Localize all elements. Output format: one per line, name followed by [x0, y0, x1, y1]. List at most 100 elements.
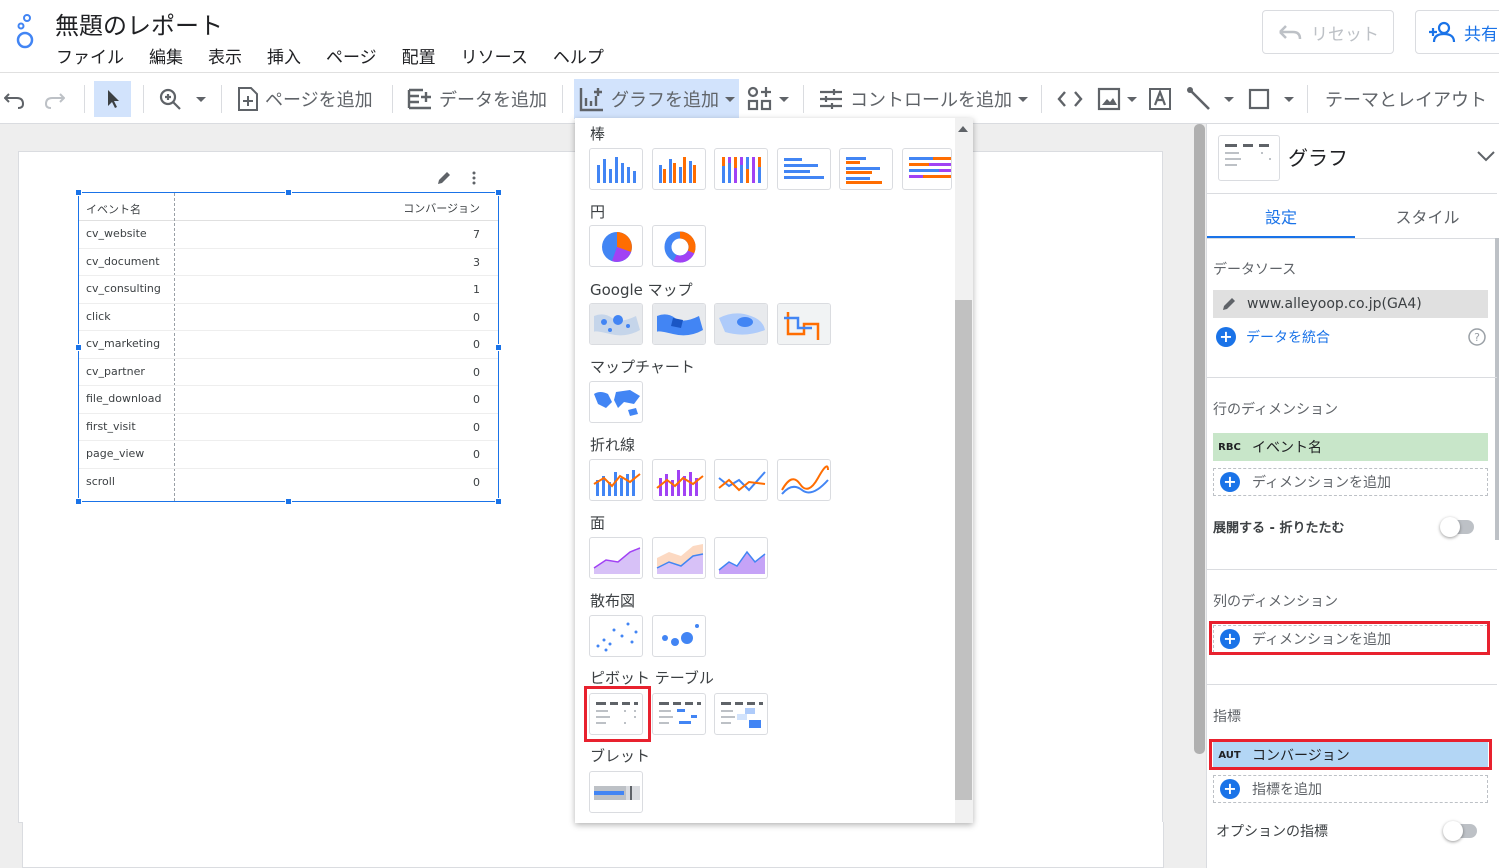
chart-option-stacked-column[interactable]	[652, 148, 706, 190]
add-data-button[interactable]: データを追加	[407, 73, 547, 125]
resize-handle[interactable]	[285, 498, 292, 505]
chart-option-column[interactable]	[589, 148, 643, 190]
row-dimension-chip[interactable]: RBC イベント名	[1213, 433, 1488, 461]
undo-icon	[1279, 25, 1302, 40]
dimension-type-badge: RBC	[1213, 441, 1246, 453]
resize-handle[interactable]	[75, 498, 82, 505]
resize-handle[interactable]	[75, 189, 82, 196]
menu-insert[interactable]: 挿入	[267, 43, 301, 68]
add-page-button[interactable]: ページを追加	[237, 73, 373, 125]
undo-button[interactable]	[4, 73, 26, 125]
resize-handle[interactable]	[75, 344, 82, 351]
chevron-down-icon	[1224, 96, 1234, 102]
rectangle-icon	[1248, 88, 1270, 110]
menu-resource[interactable]: リソース	[461, 43, 528, 68]
chart-option-donut[interactable]	[652, 225, 706, 267]
chart-option-pivot-table-bars[interactable]	[652, 693, 706, 735]
chart-option-scatter[interactable]	[589, 615, 643, 657]
menu-help[interactable]: ヘルプ	[553, 43, 604, 68]
menu-file[interactable]: ファイル	[56, 43, 124, 68]
chart-option-smoothed-line[interactable]	[777, 459, 831, 501]
menu-view[interactable]: 表示	[208, 43, 242, 68]
resize-handle[interactable]	[285, 189, 292, 196]
chart-option-pie[interactable]	[589, 225, 643, 267]
resize-handle[interactable]	[495, 344, 502, 351]
chart-option-stacked-area[interactable]	[652, 537, 706, 579]
add-chart-button[interactable]: グラフを追加	[574, 79, 739, 119]
resize-handle[interactable]	[495, 498, 502, 505]
chart-option-heatmap[interactable]	[714, 303, 768, 345]
column-header-event-name[interactable]: イベント名	[86, 201, 141, 217]
redo-button[interactable]	[43, 73, 65, 125]
chart-option-filled-map[interactable]	[652, 303, 706, 345]
chart-type-thumbnail[interactable]	[1218, 135, 1280, 181]
tab-setup[interactable]: 設定	[1207, 200, 1355, 238]
svg-text:?: ?	[1474, 331, 1480, 344]
blend-data-label: データを統合	[1246, 330, 1330, 346]
table-cell: first_visit	[86, 419, 136, 433]
edit-pencil-icon[interactable]	[436, 170, 452, 186]
report-page-next[interactable]	[22, 822, 1164, 868]
menu-edit[interactable]: 編集	[149, 43, 183, 68]
help-icon[interactable]: ?	[1468, 328, 1486, 346]
shape-button[interactable]	[1248, 73, 1294, 125]
menu-arrange[interactable]: 配置	[402, 43, 436, 68]
scroll-up-arrow-icon[interactable]	[957, 124, 969, 134]
select-tool-button[interactable]	[94, 81, 131, 117]
chart-option-bar[interactable]	[777, 148, 831, 190]
chart-option-100-column[interactable]	[714, 148, 768, 190]
chart-option-stacked-combo[interactable]	[652, 459, 706, 501]
bullet-chart-icon	[594, 786, 640, 800]
blend-data-button[interactable]: + データを統合	[1216, 323, 1330, 351]
chart-option-line-map[interactable]	[777, 303, 831, 345]
chart-option-area[interactable]	[589, 537, 643, 579]
chart-option-geo-map[interactable]	[589, 381, 643, 423]
reset-button[interactable]: リセット	[1262, 10, 1394, 54]
zoom-button[interactable]	[158, 73, 206, 125]
chart-menu-scrollbar-thumb[interactable]	[955, 300, 972, 800]
text-box-button[interactable]	[1147, 73, 1173, 125]
report-title[interactable]: 無題のレポート	[55, 6, 223, 41]
tab-style[interactable]: スタイル	[1356, 200, 1499, 238]
add-control-label: コントロールを追加	[850, 90, 1012, 111]
line-map-icon	[778, 304, 830, 344]
chevron-down-icon[interactable]	[1476, 150, 1496, 162]
canvas-scrollbar[interactable]	[1194, 124, 1205, 754]
reset-label: リセット	[1311, 24, 1379, 45]
add-page-icon	[238, 87, 258, 111]
chart-option-100-area[interactable]	[714, 537, 768, 579]
resize-handle[interactable]	[495, 189, 502, 196]
chart-option-bullet[interactable]	[589, 771, 643, 813]
chart-option-combo[interactable]	[589, 459, 643, 501]
looker-studio-logo-icon[interactable]	[12, 12, 38, 50]
optional-metrics-toggle[interactable]	[1443, 821, 1477, 841]
more-vert-icon[interactable]	[470, 170, 478, 186]
expand-collapse-toggle[interactable]	[1440, 517, 1474, 537]
chart-option-bubble-map[interactable]	[589, 303, 643, 345]
line-button[interactable]	[1186, 73, 1234, 125]
row-dimension-label: 行のディメンション	[1213, 402, 1339, 418]
column-header-conversions[interactable]: コンバージョン	[403, 200, 480, 216]
chart-type-name[interactable]: グラフ	[1288, 142, 1348, 171]
data-table-chart[interactable]: イベント名 コンバージョン cv_website 7 cv_document 3 c…	[78, 192, 499, 502]
datasource-chip[interactable]: www.alleyoop.co.jp(GA4)	[1213, 290, 1488, 318]
chart-option-pivot-table-heatmap[interactable]	[714, 693, 768, 735]
add-row-dimension-button[interactable]: + ディメンションを追加	[1213, 468, 1488, 496]
theme-layout-button[interactable]: テーマとレイアウト	[1325, 73, 1487, 125]
panel-scrollbar[interactable]	[1495, 238, 1499, 540]
image-button[interactable]	[1097, 73, 1137, 125]
filled-map-icon	[653, 304, 705, 344]
menu-page[interactable]: ページ	[326, 43, 377, 68]
add-metric-button[interactable]: + 指標を追加	[1213, 775, 1488, 803]
chart-option-time-series[interactable]	[714, 459, 768, 501]
edit-pencil-icon[interactable]	[1221, 296, 1237, 312]
chart-option-grouped-bar[interactable]	[839, 148, 893, 190]
add-circle-icon: +	[1216, 327, 1236, 347]
embed-url-button[interactable]	[1057, 73, 1083, 125]
add-data-label: データを追加	[439, 90, 547, 111]
share-button[interactable]: 共有	[1415, 10, 1499, 54]
chart-option-bubble[interactable]	[652, 615, 706, 657]
chart-option-stacked-bar[interactable]	[902, 148, 952, 190]
column-dimension-label: 列のディメンション	[1213, 594, 1339, 610]
grouped-bar-chart-icon	[846, 157, 882, 184]
